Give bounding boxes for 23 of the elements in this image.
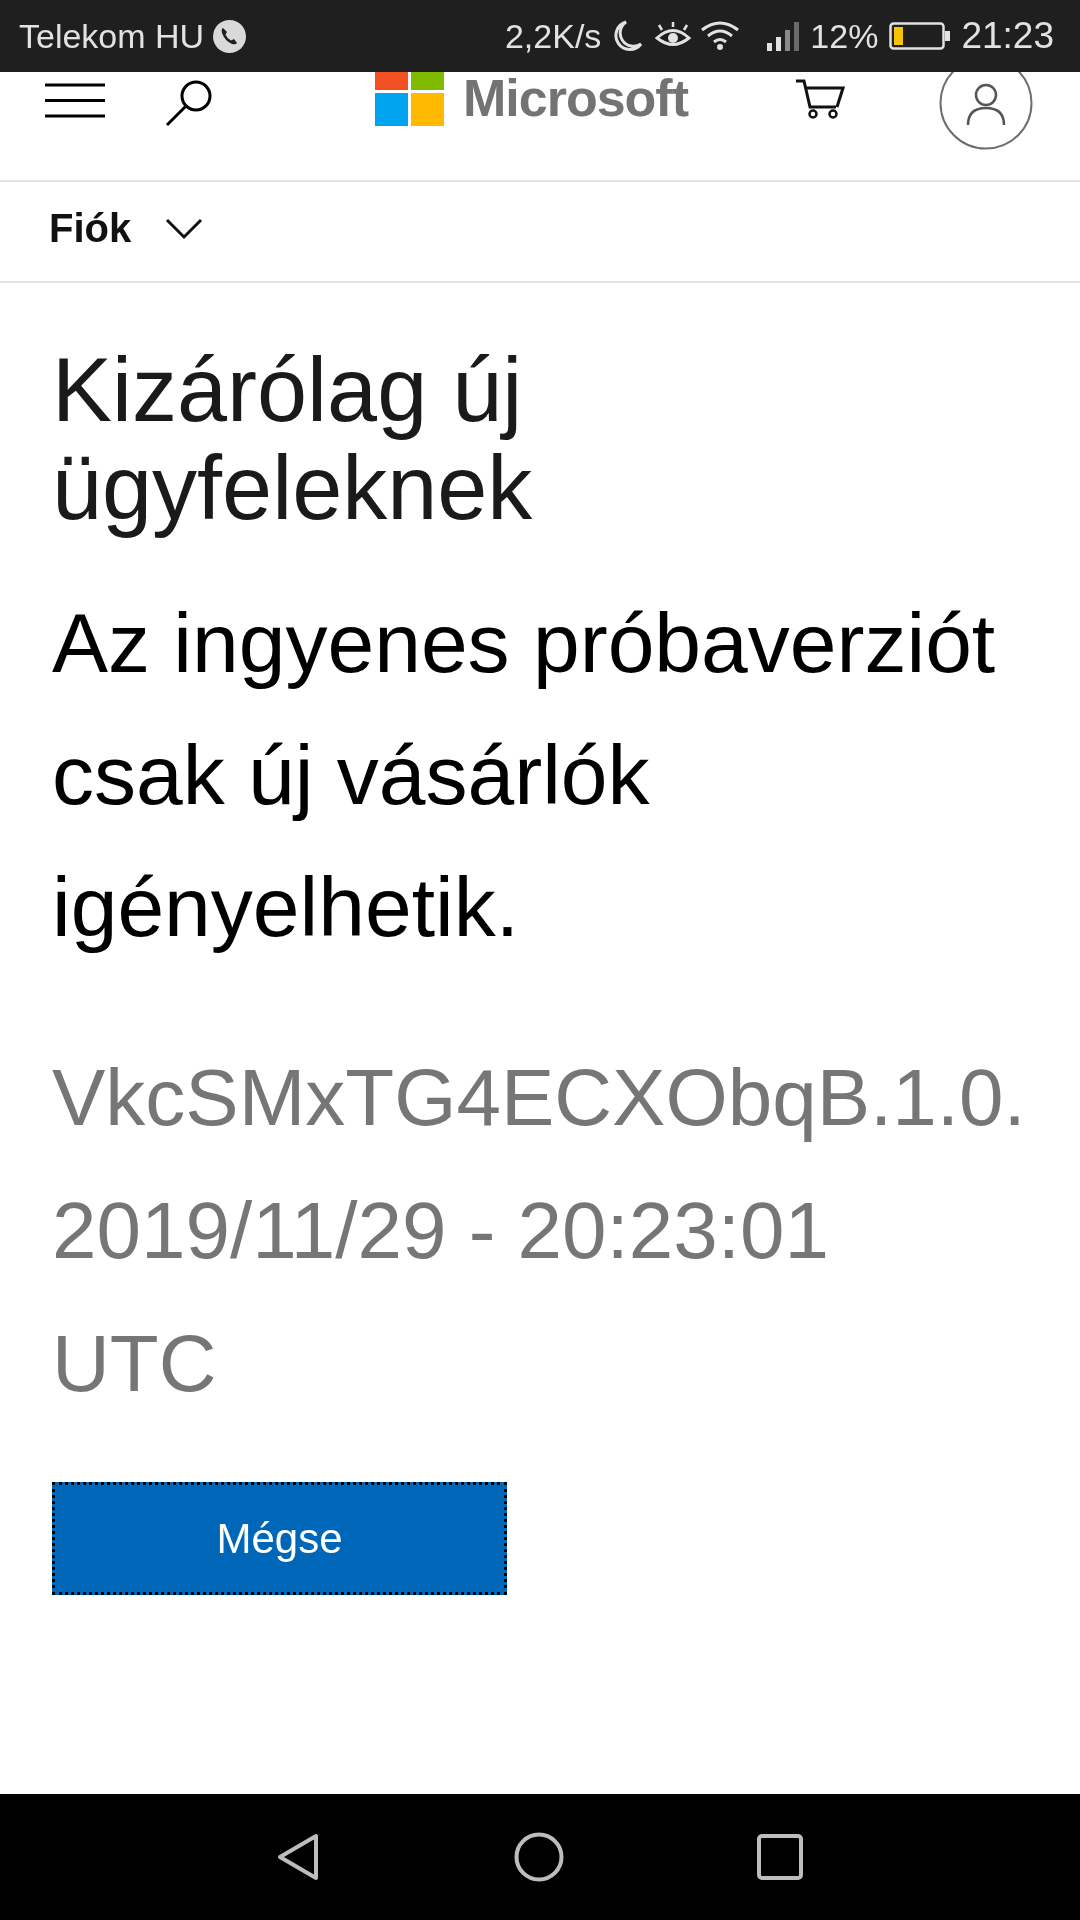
page-title: Kizárólag új ügyfeleknek: [52, 341, 534, 537]
clock: 21:23: [961, 15, 1054, 57]
battery-icon: [889, 22, 952, 50]
battery-percent: 12%: [810, 16, 879, 56]
menu-icon[interactable]: [45, 83, 105, 118]
account-dropdown[interactable]: Fiók: [49, 206, 204, 251]
brand-name[interactable]: Microsoft: [463, 72, 688, 124]
moon-icon: [613, 20, 644, 52]
carrier-name: Telekom HU: [19, 16, 205, 56]
home-icon[interactable]: [514, 1832, 564, 1882]
search-icon[interactable]: [165, 79, 213, 127]
person-icon[interactable]: [939, 72, 1033, 150]
message-text: Az ingyenes próbaverziót csak új vásárlók igényelhetik.: [52, 595, 997, 956]
cart-icon[interactable]: [795, 78, 845, 120]
network-speed: 2,2K/s: [504, 16, 602, 56]
reference-code: VkcSMxTG4ECXObqB.1.0.: [52, 1052, 1027, 1144]
logo-icon[interactable]: [375, 72, 445, 126]
timestamp: 2019/11/29 - 20:23:01 UTC: [52, 1185, 830, 1410]
back-icon[interactable]: [277, 1833, 319, 1881]
phone-icon: [213, 19, 247, 53]
wifi-icon: [700, 21, 741, 51]
recents-icon[interactable]: [757, 1834, 803, 1880]
cancel-button[interactable]: Mégse: [52, 1482, 507, 1595]
